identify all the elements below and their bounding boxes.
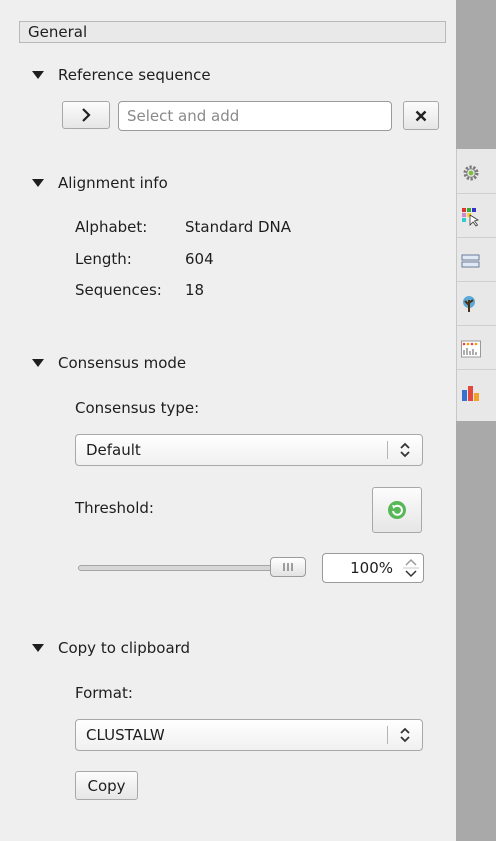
format-value: CLUSTALW <box>86 726 165 744</box>
consensus-type-label: Consensus type: <box>75 399 200 417</box>
tree-settings-icon <box>461 254 480 268</box>
tab-general[interactable] <box>461 153 496 193</box>
length-label: Length: <box>75 250 132 268</box>
clipboard-section-title: Copy to clipboard <box>58 639 191 657</box>
tab-tree-settings[interactable] <box>461 241 496 281</box>
consensus-type-value: Default <box>86 441 141 459</box>
bar-chart-icon <box>462 386 479 401</box>
consensus-type-select[interactable]: Default <box>75 434 423 466</box>
spin-arrows-icon[interactable] <box>401 556 421 580</box>
sequences-label: Sequences: <box>75 281 162 299</box>
gear-icon <box>463 165 479 181</box>
statistics-icon <box>461 340 481 358</box>
format-label: Format: <box>75 684 133 702</box>
chevron-right-icon <box>82 108 91 122</box>
copy-button-label: Copy <box>87 776 126 795</box>
options-panel: General Reference sequence Select and ad… <box>0 0 456 841</box>
tree-icon <box>463 296 475 312</box>
tab-tree[interactable] <box>461 285 496 325</box>
general-header: General <box>19 21 446 43</box>
collapse-arrow-icon <box>32 359 44 367</box>
reference-placeholder: Select and add <box>127 107 240 125</box>
length-value: 604 <box>185 250 214 268</box>
alphabet-row: Alphabet: Standard DNA <box>75 218 291 236</box>
updown-chevron-icon <box>400 727 410 743</box>
tab-chart[interactable] <box>461 373 496 413</box>
copy-button[interactable]: Copy <box>75 771 138 800</box>
alignment-section-title: Alignment info <box>58 174 168 192</box>
consensus-section-title: Consensus mode <box>58 354 187 372</box>
consensus-section-toggle[interactable]: Consensus mode <box>32 354 186 372</box>
sequences-row: Sequences: 18 <box>75 281 204 299</box>
reference-section-title: Reference sequence <box>58 66 211 84</box>
updown-chevron-icon <box>400 442 410 458</box>
reference-search-input[interactable]: Select and add <box>118 101 392 131</box>
side-tabs <box>456 149 496 421</box>
collapse-arrow-icon <box>32 179 44 187</box>
tab-statistics[interactable] <box>461 329 496 369</box>
threshold-value: 100% <box>350 559 393 577</box>
alphabet-label: Alphabet: <box>75 218 148 236</box>
threshold-spinbox[interactable]: 100% <box>322 553 424 583</box>
length-row: Length: 604 <box>75 250 214 268</box>
highlighting-icon <box>462 208 479 227</box>
format-select[interactable]: CLUSTALW <box>75 719 423 751</box>
clear-reference-button[interactable] <box>403 101 439 130</box>
alignment-section-toggle[interactable]: Alignment info <box>32 174 168 192</box>
threshold-label: Threshold: <box>75 499 154 517</box>
close-icon <box>415 110 427 121</box>
tab-highlighting[interactable] <box>461 197 496 237</box>
alphabet-value: Standard DNA <box>185 218 292 236</box>
general-header-label: General <box>28 23 88 41</box>
side-tab-strip <box>456 0 496 841</box>
refresh-icon <box>388 501 406 519</box>
reset-threshold-button[interactable] <box>372 487 422 533</box>
grip-icon <box>283 563 293 571</box>
add-reference-button[interactable] <box>62 101 110 129</box>
sequences-value: 18 <box>185 281 205 299</box>
threshold-slider-track[interactable] <box>78 565 298 571</box>
threshold-slider-handle[interactable] <box>270 557 306 577</box>
collapse-arrow-icon <box>32 644 44 652</box>
reference-section-toggle[interactable]: Reference sequence <box>32 66 211 84</box>
collapse-arrow-icon <box>32 71 44 79</box>
clipboard-section-toggle[interactable]: Copy to clipboard <box>32 639 190 657</box>
